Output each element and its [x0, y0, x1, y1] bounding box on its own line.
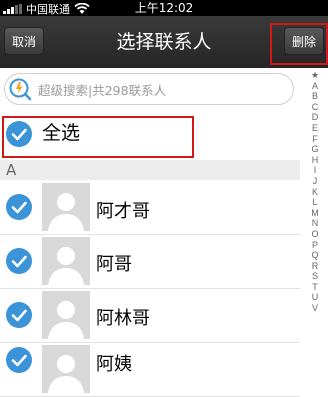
search-area: 超级搜索|共298联系人	[0, 68, 328, 112]
index-letter[interactable]: E	[303, 123, 327, 134]
index-letter[interactable]: P	[303, 240, 327, 251]
person-icon	[48, 301, 84, 339]
index-letter[interactable]: N	[303, 218, 327, 229]
index-letter[interactable]: F	[303, 134, 327, 145]
section-letter: A	[6, 161, 17, 179]
delete-highlight-box	[270, 23, 328, 65]
contact-name: 阿哥	[96, 254, 132, 275]
select-all-highlight-box	[2, 116, 194, 158]
avatar	[42, 237, 90, 285]
index-letter[interactable]: H	[303, 155, 327, 166]
index-letter[interactable]: T	[303, 282, 327, 293]
index-letter[interactable]: M	[303, 208, 327, 219]
avatar	[42, 291, 90, 339]
search-placeholder: 超级搜索|共298联系人	[38, 82, 167, 98]
person-icon	[48, 193, 84, 231]
index-letter[interactable]: C	[303, 102, 327, 113]
contact-checkbox[interactable]	[6, 302, 32, 328]
index-letter[interactable]: R	[303, 261, 327, 272]
index-letter[interactable]: J	[303, 176, 327, 187]
index-letter[interactable]: U	[303, 292, 327, 303]
index-letter[interactable]: D	[303, 112, 327, 123]
check-icon	[11, 354, 27, 367]
contact-row[interactable]: 阿哥	[0, 234, 300, 289]
contact-row[interactable]: 阿林哥	[0, 288, 300, 343]
index-letter[interactable]: Q	[303, 250, 327, 261]
contact-name: 阿林哥	[96, 308, 150, 329]
check-icon	[11, 255, 27, 268]
contact-name: 阿姨	[96, 354, 132, 375]
contact-checkbox[interactable]	[6, 194, 32, 220]
person-icon	[48, 355, 84, 393]
avatar	[42, 183, 90, 231]
person-icon	[48, 247, 84, 285]
status-bar: 中国联通 上午12:02	[0, 0, 328, 16]
avatar	[42, 345, 90, 393]
index-letter[interactable]: K	[303, 187, 327, 198]
search-icon	[9, 78, 32, 101]
section-header: A	[0, 160, 300, 180]
index-letter[interactable]: G	[303, 144, 327, 155]
check-icon	[11, 309, 27, 322]
contact-checkbox[interactable]	[6, 347, 32, 373]
contact-row[interactable]: 阿才哥	[0, 180, 300, 235]
index-letter[interactable]: V	[303, 303, 327, 314]
search-input[interactable]: 超级搜索|共298联系人	[4, 73, 294, 105]
index-letter[interactable]: L	[303, 197, 327, 208]
index-letter[interactable]: S	[303, 271, 327, 282]
index-letter[interactable]: A	[303, 81, 327, 92]
index-letter[interactable]: B	[303, 91, 327, 102]
index-letter[interactable]: O	[303, 229, 327, 240]
clock: 上午12:02	[134, 1, 194, 15]
contact-name: 阿才哥	[96, 201, 150, 222]
contact-checkbox[interactable]	[6, 248, 32, 274]
index-letter[interactable]: I	[303, 165, 327, 176]
alphabet-index[interactable]: ★ A B C D E F G H I J K L M N O P Q R S T U V	[303, 70, 327, 314]
index-letter[interactable]: ★	[303, 70, 327, 81]
check-icon	[11, 201, 27, 214]
